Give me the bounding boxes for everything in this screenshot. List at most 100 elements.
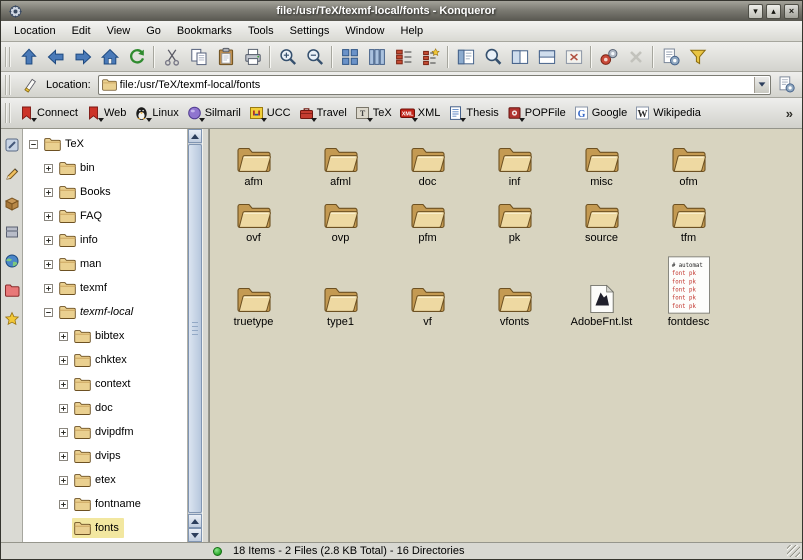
expand-plus-icon[interactable] [44,260,53,269]
tree-item-dvips[interactable]: dvips [23,444,187,468]
split-vertical-button[interactable] [506,44,533,70]
file-item-doc[interactable]: doc [384,144,471,189]
file-item-truetype[interactable]: truetype [210,284,297,329]
expand-plus-icon[interactable] [59,332,68,341]
file-item-inf[interactable]: inf [471,144,558,189]
expand-plus-icon[interactable] [59,428,68,437]
toolbar-drag-handle[interactable] [5,47,12,67]
menu-edit[interactable]: Edit [64,23,99,39]
zoom-in-button[interactable] [274,44,301,70]
gears-button[interactable] [595,44,622,70]
paste-button[interactable] [212,44,239,70]
find-button[interactable] [479,44,506,70]
file-item-adobefnt-lst[interactable]: AdobeFnt.lst [558,284,645,329]
file-item-type1[interactable]: type1 [297,284,384,329]
titlebar[interactable]: file:/usr/TeX/texmf-local/fonts - Konque… [1,1,802,21]
side-tab-box[interactable] [4,195,20,211]
expand-plus-icon[interactable] [59,404,68,413]
tree-item-books[interactable]: Books [23,180,187,204]
tree-item-fonts[interactable]: fonts [23,516,187,540]
folder-view[interactable]: afmafmldocinfmiscofmovfovppfmpksourcetfm… [209,129,802,542]
tree-item-bin[interactable]: bin [23,156,187,180]
menu-view[interactable]: View [99,23,139,39]
side-tab-star[interactable] [4,311,20,327]
forward-button[interactable] [69,44,96,70]
bookmark-thesis[interactable]: Thesis [444,103,502,123]
file-item-vfonts[interactable]: vfonts [471,284,558,329]
scrollbar-thumb[interactable] [188,144,202,513]
file-item-misc[interactable]: misc [558,144,645,189]
bookmark-web[interactable]: Web [82,103,130,123]
file-item-pk[interactable]: pk [471,200,558,245]
collapse-minus-icon[interactable] [44,308,53,317]
close-view-button[interactable] [560,44,587,70]
expand-plus-icon[interactable] [44,236,53,245]
expand-plus-icon[interactable] [59,380,68,389]
file-item-pfm[interactable]: pfm [384,200,471,245]
tree-item-texmf-local[interactable]: texmf-local [23,300,187,324]
expand-plus-icon[interactable] [59,452,68,461]
bookmark-connect[interactable]: Connect [15,103,82,123]
expand-plus-icon[interactable] [44,212,53,221]
menu-help[interactable]: Help [393,23,432,39]
file-item-vf[interactable]: vf [384,284,471,329]
file-item-ovf[interactable]: ovf [210,200,297,245]
bookmark-silmaril[interactable]: Silmaril [183,103,245,123]
menu-bookmarks[interactable]: Bookmarks [169,23,240,39]
side-tab-globe[interactable] [4,253,20,269]
menu-settings[interactable]: Settings [282,23,338,39]
menu-window[interactable]: Window [337,23,392,39]
menu-go[interactable]: Go [138,23,169,39]
scroll-up-button-bottom[interactable] [188,514,202,528]
tree-item-fontname[interactable]: fontname [23,492,187,516]
tree-item-dvipdfm[interactable]: dvipdfm [23,420,187,444]
filter-button[interactable] [684,44,711,70]
info-list-view-button[interactable] [417,44,444,70]
tree-item-texmf[interactable]: texmf [23,276,187,300]
bookmark-popfile[interactable]: POPFile [503,103,570,123]
tree-item-man[interactable]: man [23,252,187,276]
copy-button[interactable] [185,44,212,70]
file-item-ovp[interactable]: ovp [297,200,384,245]
side-tab-archive[interactable] [4,224,20,240]
expand-plus-icon[interactable] [44,164,53,173]
reload-button[interactable] [123,44,150,70]
detailed-list-view-button[interactable] [390,44,417,70]
expand-plus-icon[interactable] [59,356,68,365]
tree-item-tex[interactable]: TeX [23,132,187,156]
bookmark-google[interactable]: GGoogle [570,103,631,123]
location-input[interactable] [120,77,754,93]
bookmark-ucc[interactable]: UCC [245,103,295,123]
document-gear-button[interactable] [775,74,797,96]
tree-item-info[interactable]: info [23,228,187,252]
file-item-afm[interactable]: afm [210,144,297,189]
up-button[interactable] [15,44,42,70]
panel-splitter[interactable] [202,129,209,542]
back-button[interactable] [42,44,69,70]
bookmark-wikipedia[interactable]: WWikipedia [631,103,705,123]
doc-gear-button[interactable] [657,44,684,70]
tree-item-context[interactable]: context [23,372,187,396]
expand-plus-icon[interactable] [59,476,68,485]
file-item-fontdesc[interactable]: # automatfont pkfont pkfont pkfont pkfon… [645,256,732,329]
side-tab-red-folder[interactable] [4,282,20,298]
bookmark-xml[interactable]: XMLXML [396,103,445,123]
icon-view-button[interactable] [336,44,363,70]
file-item-source[interactable]: source [558,200,645,245]
bookmark-overflow-chevron[interactable]: » [781,106,798,121]
tree-item-chktex[interactable]: chktex [23,348,187,372]
tree-item-etex[interactable]: etex [23,468,187,492]
resize-grip[interactable] [787,545,800,557]
menu-location[interactable]: Location [6,23,64,39]
cut-button[interactable] [158,44,185,70]
bookmark-tex[interactable]: TTeX [351,103,396,123]
close-button[interactable]: × [784,4,799,19]
clear-location-button[interactable] [19,75,39,95]
location-dropdown-button[interactable] [754,77,769,93]
file-item-tfm[interactable]: tfm [645,200,732,245]
zoom-out-button[interactable] [301,44,328,70]
toolbar-drag-handle[interactable] [5,75,12,95]
scroll-down-button[interactable] [188,528,202,542]
expand-plus-icon[interactable] [59,500,68,509]
file-item-ofm[interactable]: ofm [645,144,732,189]
